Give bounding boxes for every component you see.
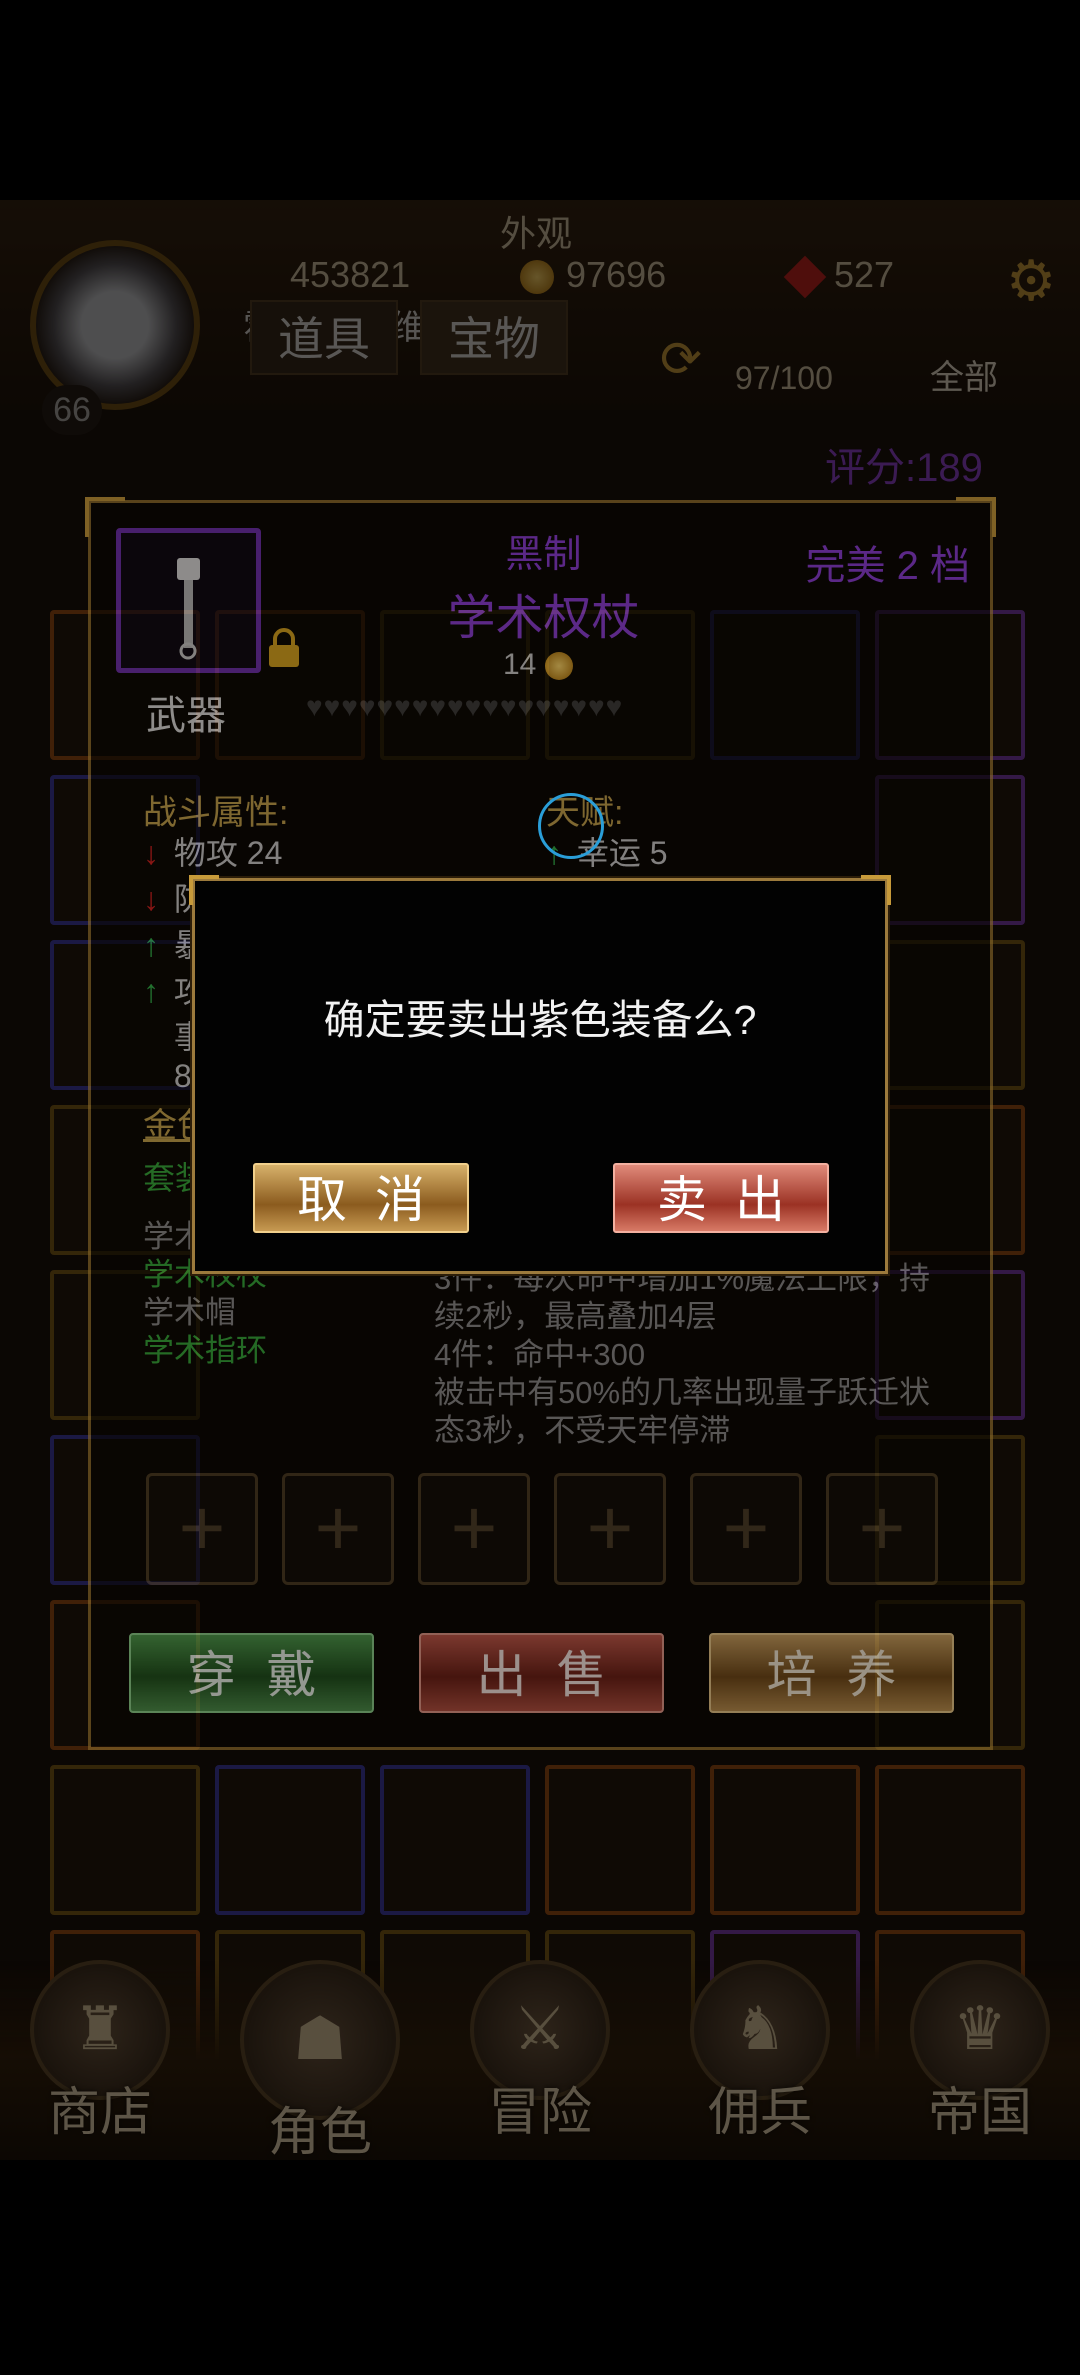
settings-gear-icon[interactable]: ⚙ xyxy=(1006,248,1056,314)
gold-resource: 97696 xyxy=(520,250,666,300)
heart-icon: ♥ xyxy=(464,691,483,722)
price-value: 14 xyxy=(503,648,537,681)
dialog-corner-ornament xyxy=(861,875,891,905)
gem-slot-add-button[interactable]: + xyxy=(146,1473,258,1585)
heart-icon: ♥ xyxy=(605,691,624,722)
inventory-slot[interactable] xyxy=(50,1765,200,1915)
combat-stat-line: 8 xyxy=(143,1058,192,1095)
gem-resource: 527 xyxy=(783,250,895,300)
gem-slot-add-button[interactable]: + xyxy=(282,1473,394,1585)
train-button[interactable]: 培养 xyxy=(709,1633,954,1713)
touch-indicator xyxy=(538,793,604,859)
nav-empire[interactable]: ♛ 帝国 xyxy=(895,1960,1065,2160)
tab-items[interactable]: 道具 xyxy=(250,300,398,375)
combat-stat-line: ↓ 物攻 24 xyxy=(143,828,282,874)
dialog-message: 确定要卖出紫色装备么? xyxy=(323,997,757,1043)
heart-icon: ♥ xyxy=(341,691,359,722)
set-item: 学术指环 xyxy=(143,1333,267,1368)
gold-coin-icon xyxy=(544,652,573,681)
player-avatar[interactable] xyxy=(30,240,200,410)
combat-stat-text: 8 xyxy=(165,1058,192,1094)
stat-up-arrow-icon: ↑ xyxy=(143,973,159,1009)
refresh-icon[interactable]: ⟳ xyxy=(660,330,702,388)
player-level: 66 xyxy=(42,385,102,435)
gem-value: 527 xyxy=(834,254,895,295)
heart-icon: ♥ xyxy=(429,691,447,722)
nav-adventure[interactable]: ⚔ 冒险 xyxy=(455,1960,625,2160)
nav-character[interactable]: ☗ 角色 xyxy=(235,1960,405,2160)
stat-down-arrow-icon: ↓ xyxy=(143,881,159,917)
heart-icon: ♥ xyxy=(499,691,518,722)
heart-icon: ♥ xyxy=(394,691,412,722)
score-label: 评分:189 xyxy=(825,446,983,490)
heart-icon: ♥ xyxy=(447,691,465,722)
combat-stat-text: 物攻 24 xyxy=(165,835,283,871)
heart-icon: ♥ xyxy=(306,691,324,722)
power-value: 453821 xyxy=(290,254,411,295)
nav-adventure-label: 冒险 xyxy=(487,2083,592,2143)
sell-button[interactable]: 出售 xyxy=(419,1633,664,1713)
heart-icon: ♥ xyxy=(358,691,377,722)
heart-icon: ♥ xyxy=(517,691,536,722)
dialog-corner-ornament xyxy=(189,875,219,905)
heart-icon: ♥ xyxy=(482,691,500,722)
perfection-grade: 完美 2 档 xyxy=(805,544,970,588)
durability-hearts: ♥♥♥♥♥♥♥♥♥♥♥♥♥♥♥♥♥♥ xyxy=(306,691,623,723)
ruby-icon xyxy=(783,256,827,299)
item-price: 14 xyxy=(503,648,585,682)
tab-treasures[interactable]: 宝物 xyxy=(420,300,568,375)
bag-capacity: 97/100 xyxy=(735,360,833,396)
nav-character-label: 角色 xyxy=(267,2103,372,2160)
nav-mercenary[interactable]: ♞ 佣兵 xyxy=(675,1960,845,2160)
confirm-sell-button[interactable]: 卖出 xyxy=(613,1163,829,1233)
cancel-button[interactable]: 取消 xyxy=(253,1163,469,1233)
gem-slot-add-button[interactable]: + xyxy=(418,1473,530,1585)
heart-icon: ♥ xyxy=(535,691,553,722)
gold-coin-icon xyxy=(520,260,554,295)
equip-button[interactable]: 穿戴 xyxy=(129,1633,374,1713)
gem-slot-add-button[interactable]: + xyxy=(690,1473,802,1585)
sell-confirm-dialog: 确定要卖出紫色装备么? 取消 卖出 xyxy=(189,875,891,1274)
inventory-slot[interactable] xyxy=(875,1765,1025,1915)
item-type: 武器 xyxy=(146,694,226,738)
top-bar: 外观 453821 97696 527 ⚙ 霍伯特·戴维斯 道具 宝物 ⟳ 97… xyxy=(0,200,1080,435)
gem-slot-add-button[interactable]: + xyxy=(826,1473,938,1585)
heart-icon: ♥ xyxy=(376,691,395,722)
nav-mercenary-label: 佣兵 xyxy=(707,2083,812,2143)
filter-all[interactable]: 全部 xyxy=(930,350,998,399)
nav-empire-label: 帝国 xyxy=(927,2083,1032,2143)
heart-icon: ♥ xyxy=(323,691,342,722)
inventory-slot[interactable] xyxy=(215,1765,365,1915)
stat-down-arrow-icon: ↓ xyxy=(143,835,159,871)
nav-shop[interactable]: ♜ 商店 xyxy=(15,1960,185,2160)
combat-stats-title: 战斗属性: xyxy=(143,794,289,832)
heart-icon: ♥ xyxy=(411,691,430,722)
stat-up-arrow-icon: ↑ xyxy=(143,927,159,963)
gem-slot-add-button[interactable]: + xyxy=(554,1473,666,1585)
heart-icon: ♥ xyxy=(588,691,606,722)
inventory-slot[interactable] xyxy=(380,1765,530,1915)
inventory-slot[interactable] xyxy=(710,1765,860,1915)
heart-icon: ♥ xyxy=(570,691,588,722)
bottom-nav: ♜ 商店 ☗ 角色 ⚔ 冒险 ♞ 佣兵 ♛ 帝国 xyxy=(0,1960,1080,2160)
set-description-line: 态3秒，不受天牢停滞 xyxy=(434,1413,731,1448)
gold-value: 97696 xyxy=(566,254,667,295)
inventory-slot[interactable] xyxy=(545,1765,695,1915)
nav-shop-label: 商店 xyxy=(47,2083,152,2143)
heart-icon: ♥ xyxy=(552,691,571,722)
